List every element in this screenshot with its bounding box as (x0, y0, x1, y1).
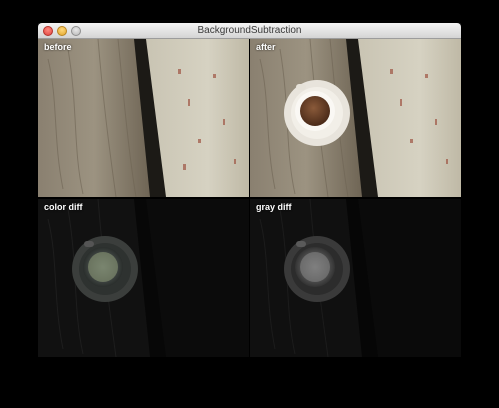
app-window: BackgroundSubtraction before after color… (38, 23, 461, 358)
after-image: after (250, 39, 461, 197)
after-label: after (256, 42, 276, 52)
before-image: before (38, 39, 249, 197)
color-diff-image: color diff (38, 199, 249, 357)
before-label: before (44, 42, 72, 52)
color-diff-label: color diff (44, 202, 83, 212)
window-title: BackgroundSubtraction (197, 25, 302, 36)
canvas-area: before after color diff gray diff (38, 39, 461, 358)
title-bar[interactable]: BackgroundSubtraction (38, 23, 461, 39)
gray-diff-label: gray diff (256, 202, 292, 212)
gray-diff-image: gray diff (250, 199, 461, 357)
